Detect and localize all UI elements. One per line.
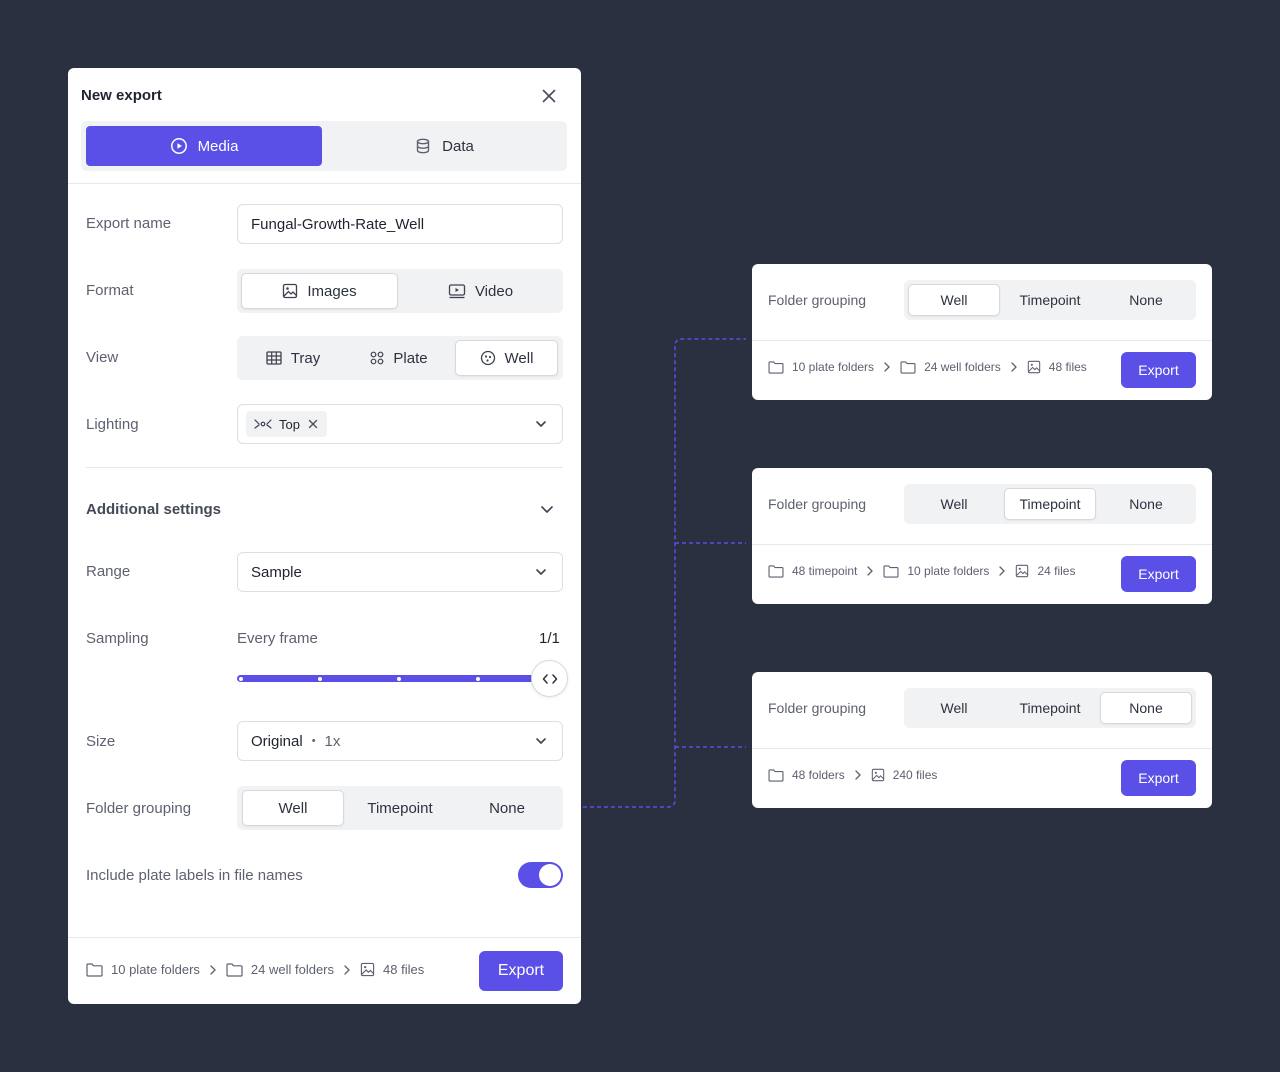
card-export-button[interactable]: Export [1121, 760, 1196, 796]
folder-icon [900, 360, 916, 374]
card-path-item: 24 files [1037, 564, 1076, 578]
folder-grouping-card-none: Folder grouping Well Timepoint None 48 f… [752, 672, 1212, 808]
image-icon [871, 768, 885, 782]
card-option-timepoint[interactable]: Timepoint [1004, 284, 1096, 316]
card-path-item: 48 files [1048, 360, 1087, 374]
divider [752, 748, 1212, 749]
chevron-right-icon [1010, 361, 1018, 373]
card-folder-grouping-segmented: Well Timepoint None [904, 484, 1196, 524]
folder-grouping-card-timepoint: Folder grouping Well Timepoint None 48 t… [752, 468, 1212, 604]
connector-line-well [583, 338, 746, 808]
divider [752, 544, 1212, 545]
chevron-right-icon [883, 361, 891, 373]
card-path-item: 10 plate folders [792, 360, 875, 374]
chevron-right-icon [998, 565, 1006, 577]
folder-icon [768, 564, 784, 578]
folder-icon [768, 768, 784, 782]
card-option-well[interactable]: Well [908, 488, 1000, 520]
image-icon [1027, 360, 1041, 374]
card-export-button[interactable]: Export [1121, 556, 1196, 592]
folder-grouping-card-well: Folder grouping Well Timepoint None 10 p… [752, 264, 1212, 400]
chevron-right-icon [866, 565, 874, 577]
card-folder-grouping-label: Folder grouping [768, 292, 867, 308]
card-option-timepoint[interactable]: Timepoint [1004, 488, 1096, 520]
chevron-right-icon [854, 769, 862, 781]
card-export-button[interactable]: Export [1121, 352, 1196, 388]
divider [752, 340, 1212, 341]
card-option-none[interactable]: None [1100, 284, 1192, 316]
card-folder-grouping-label: Folder grouping [768, 496, 867, 512]
card-folder-grouping-segmented: Well Timepoint None [904, 280, 1196, 320]
image-icon [1015, 564, 1029, 578]
card-path-item: 48 folders [792, 768, 845, 782]
card-summary-path: 10 plate folders 24 well folders 48 file… [768, 360, 1087, 374]
folder-icon [883, 564, 899, 578]
card-option-none[interactable]: None [1100, 692, 1192, 724]
card-folder-grouping-label: Folder grouping [768, 700, 867, 716]
card-option-well[interactable]: Well [908, 692, 1000, 724]
card-folder-grouping-segmented: Well Timepoint None [904, 688, 1196, 728]
card-path-item: 240 files [892, 768, 938, 782]
card-option-timepoint[interactable]: Timepoint [1004, 692, 1096, 724]
card-path-item: 48 timepoint [792, 564, 858, 578]
card-path-item: 10 plate folders [907, 564, 990, 578]
card-option-none[interactable]: None [1100, 488, 1192, 520]
card-summary-path: 48 timepoint 10 plate folders 24 files [768, 564, 1075, 578]
card-summary-path: 48 folders 240 files [768, 768, 937, 782]
folder-icon [768, 360, 784, 374]
card-option-well[interactable]: Well [908, 284, 1000, 316]
card-path-item: 24 well folders [924, 360, 1001, 374]
